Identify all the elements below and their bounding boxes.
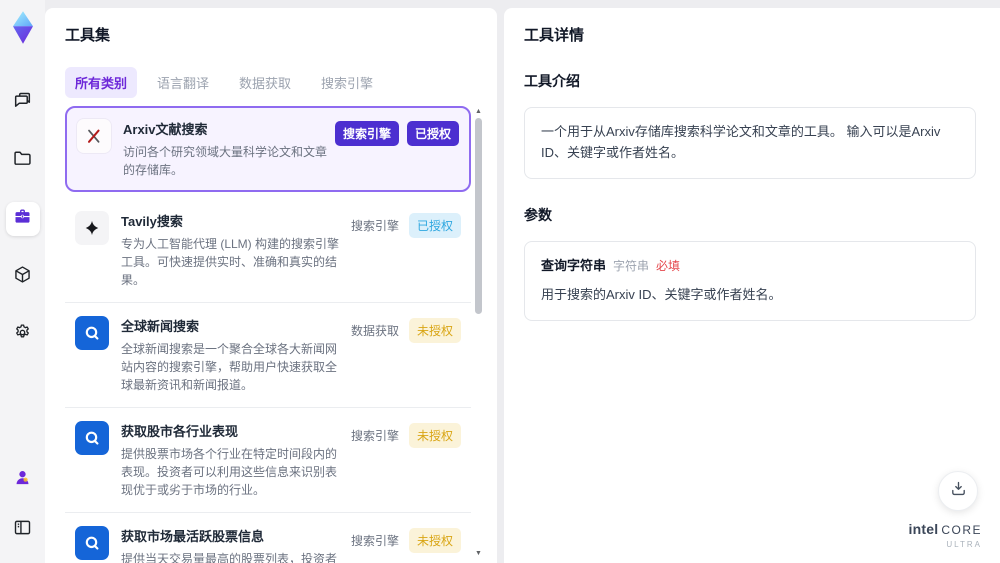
app-logo [8, 10, 38, 44]
tab-translation[interactable]: 语言翻译 [147, 67, 219, 98]
tool-name: Tavily搜索 [121, 214, 183, 229]
tool-description: 全球新闻搜索是一个聚合全球各大新闻网站内容的搜索引擎，帮助用户快速获取全球最新资… [121, 342, 338, 392]
tool-name: 获取股市各行业表现 [121, 424, 239, 439]
param-box: 查询字符串 字符串 必填 用于搜索的Arxiv ID、关键字或作者姓名。 [524, 240, 976, 322]
tool-description: 专为人工智能代理 (LLM) 构建的搜索引擎工具。可快速提供实时、准确和真实的结… [121, 237, 340, 287]
page-title: 工具集 [65, 27, 111, 44]
tool-description: 访问各个研究领域大量科学论文和文章的存储库。 [123, 145, 328, 177]
tool-description: 提供股票市场各个行业在特定时间段内的表现。投资者可以利用这些信息来识别表现优于或… [121, 447, 338, 497]
category-badge: 搜索引擎 [350, 429, 399, 443]
tool-card-most-active-stocks[interactable]: 获取市场最活跃股票信息 提供当天交易量最高的股票列表，投资者可以利用这些信息来识… [65, 513, 471, 563]
toolbox-icon [12, 206, 33, 232]
ultra-logo-text: ULTRA [946, 540, 982, 549]
sidebar-item-files[interactable] [6, 144, 40, 178]
auth-status-badge: 未授权 [408, 423, 461, 448]
intro-heading: 工具介绍 [524, 73, 580, 89]
rail-bottom [6, 463, 40, 547]
folder-icon [12, 148, 33, 174]
intel-core-logo: intel CORE ULTRA [909, 522, 982, 549]
core-logo-text: CORE [941, 523, 982, 537]
tab-search-engine[interactable]: 搜索引擎 [311, 67, 383, 98]
tool-name: 全球新闻搜索 [121, 319, 200, 334]
list-scrollbar[interactable]: ▲ ▼ [474, 106, 483, 563]
param-description: 用于搜索的Arxiv ID、关键字或作者姓名。 [541, 287, 782, 303]
tool-card-arxiv[interactable]: Arxiv文献搜索 访问各个研究领域大量科学论文和文章的存储库。 搜索引擎 已授… [65, 106, 471, 192]
auth-status-badge: 未授权 [408, 318, 461, 343]
tab-data-fetch[interactable]: 数据获取 [229, 67, 301, 98]
tool-list-panel: 工具集 所有类别 语言翻译 数据获取 搜索引擎 Arxiv文献搜索 访问各个研究… [45, 8, 497, 563]
category-badge: 搜索引擎 [350, 219, 399, 233]
stock-search-icon [75, 421, 109, 455]
param-required-flag: 必填 [656, 258, 681, 273]
category-badge: 数据获取 [350, 324, 399, 338]
download-icon [949, 479, 968, 503]
tool-card-tavily[interactable]: Tavily搜索 专为人工智能代理 (LLM) 构建的搜索引擎工具。可快速提供实… [65, 198, 471, 303]
scroll-up-arrow[interactable]: ▲ [475, 108, 482, 115]
user-icon [12, 467, 33, 493]
auth-status-badge: 已授权 [408, 213, 461, 238]
stock-search-icon [75, 526, 109, 560]
toggle-sidebar-button[interactable] [6, 513, 40, 547]
tool-name: 获取市场最活跃股票信息 [121, 529, 265, 544]
user-account-button[interactable] [6, 463, 40, 497]
tool-card-global-news[interactable]: 全球新闻搜索 全球新闻搜索是一个聚合全球各大新闻网站内容的搜索引擎，帮助用户快速… [65, 303, 471, 408]
arxiv-logo-icon [77, 119, 111, 153]
category-badge: 搜索引擎 [350, 534, 399, 548]
param-type: 字符串 [613, 258, 650, 273]
tool-detail-panel: 工具详情 工具介绍 一个用于从Arxiv存储库搜索科学论文和文章的工具。 输入可… [504, 8, 1000, 563]
rail-nav [5, 86, 40, 352]
tab-all-categories[interactable]: 所有类别 [65, 67, 138, 98]
auth-status-badge: 未授权 [408, 528, 461, 553]
params-heading: 参数 [524, 206, 552, 223]
intel-logo-text: intel [908, 521, 939, 537]
param-name: 查询字符串 [541, 257, 607, 273]
intro-box: 一个用于从Arxiv存储库搜索科学论文和文章的工具。 输入可以是Arxiv ID… [524, 107, 976, 179]
chat-icon [12, 90, 33, 116]
category-tabs: 所有类别 语言翻译 数据获取 搜索引擎 [65, 67, 483, 98]
news-search-icon [75, 316, 109, 350]
sidebar-item-chat[interactable] [6, 86, 40, 120]
app-window: 工具集 所有类别 语言翻译 数据获取 搜索引擎 Arxiv文献搜索 访问各个研究… [0, 0, 1000, 563]
tool-card-sector-performance[interactable]: 获取股市各行业表现 提供股票市场各个行业在特定时间段内的表现。投资者可以利用这些… [65, 408, 471, 513]
panels-icon [12, 517, 33, 543]
tavily-star-icon [75, 211, 109, 245]
settings-icon [12, 322, 33, 348]
tool-name: Arxiv文献搜索 [123, 122, 208, 137]
tool-list: Arxiv文献搜索 访问各个研究领域大量科学论文和文章的存储库。 搜索引擎 已授… [65, 106, 483, 563]
scrollbar-thumb[interactable] [475, 118, 482, 314]
sidebar-item-tools[interactable] [5, 202, 40, 236]
sidebar-item-packages[interactable] [6, 260, 40, 294]
category-badge: 搜索引擎 [334, 121, 399, 146]
auth-status-badge: 已授权 [406, 121, 459, 146]
scroll-down-arrow[interactable]: ▼ [475, 550, 482, 557]
tool-description: 提供当天交易量最高的股票列表，投资者可以利用这些信息来识别流动性强的股票和潜在的… [121, 552, 338, 563]
content-area: 工具集 所有类别 语言翻译 数据获取 搜索引擎 Arxiv文献搜索 访问各个研究… [45, 0, 1000, 563]
download-button[interactable] [938, 471, 978, 511]
sidebar-item-settings[interactable] [6, 318, 40, 352]
detail-title: 工具详情 [524, 27, 585, 44]
package-icon [12, 264, 33, 290]
left-rail [0, 0, 45, 563]
